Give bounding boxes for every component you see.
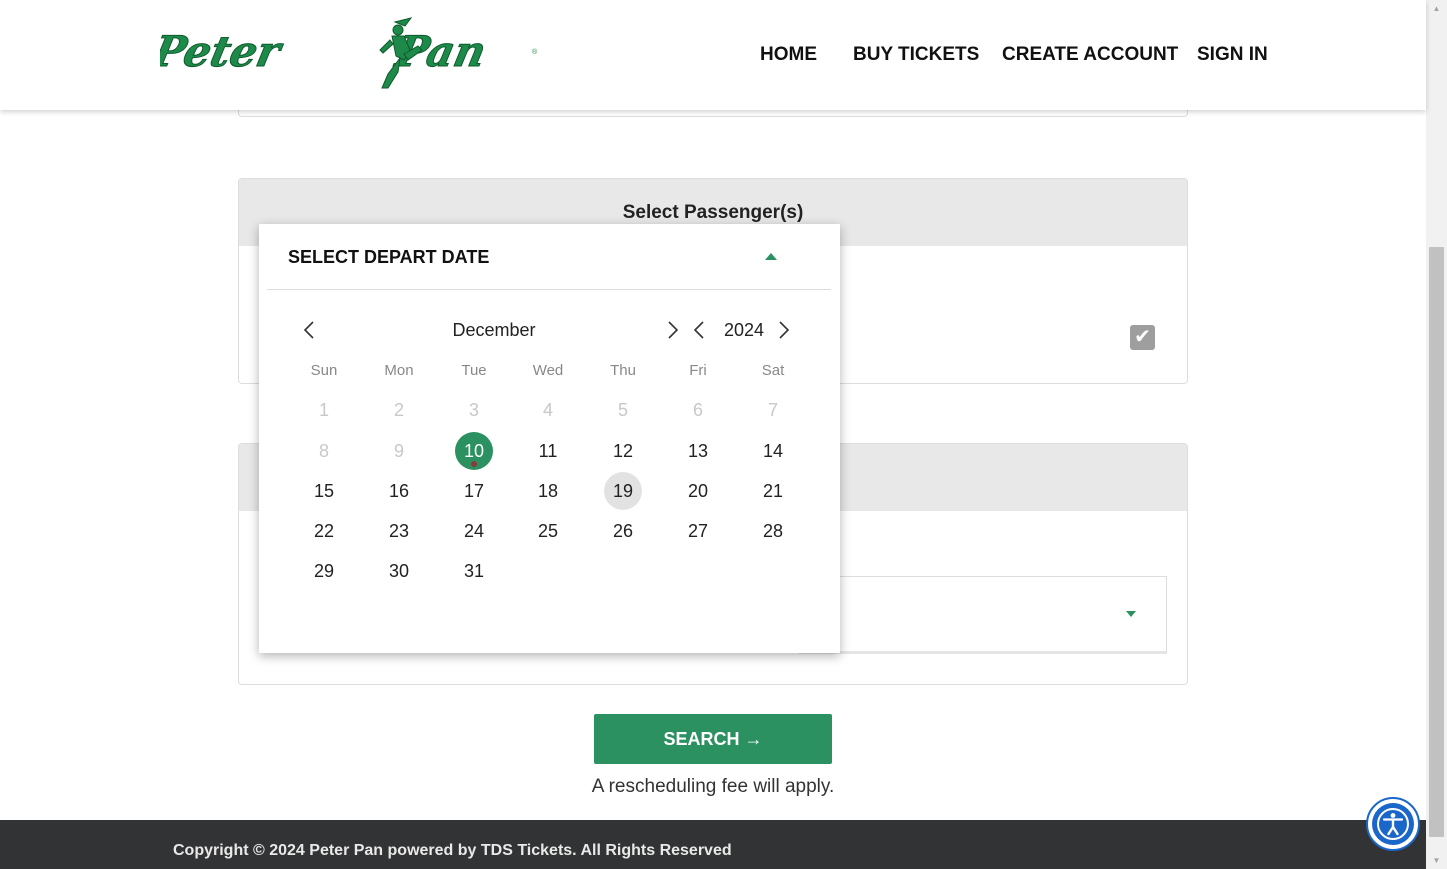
site-header: Peter Pan ® HOME BUY TICKETS CREATE ACCO… bbox=[0, 0, 1426, 110]
calendar-day-9: 9 bbox=[393, 441, 404, 461]
passenger-checkbox[interactable]: ✔ bbox=[1130, 325, 1155, 350]
weekday-sun: Sun bbox=[310, 362, 338, 379]
calendar-day-3: 3 bbox=[468, 400, 479, 420]
svg-text:®: ® bbox=[532, 48, 538, 56]
month-label[interactable]: December bbox=[409, 320, 579, 341]
calendar-day-12[interactable]: 12 bbox=[604, 432, 642, 470]
fee-note-container: A rescheduling fee will apply. bbox=[0, 776, 1426, 798]
calendar-day-8: 8 bbox=[318, 441, 329, 461]
next-year-button[interactable] bbox=[773, 320, 793, 340]
caret-up-icon[interactable] bbox=[765, 253, 777, 260]
calendar-day-18[interactable]: 18 bbox=[529, 472, 567, 510]
calendar-day-22[interactable]: 22 bbox=[305, 512, 343, 550]
chevron-right-icon bbox=[668, 321, 679, 339]
weekday-sat: Sat bbox=[761, 362, 785, 379]
options-select[interactable] bbox=[799, 576, 1167, 654]
calendar-day-10[interactable]: 10 bbox=[455, 432, 493, 470]
calendar-day-11[interactable]: 11 bbox=[529, 432, 567, 470]
calendar-day-26[interactable]: 26 bbox=[604, 512, 642, 550]
depart-date-picker: SELECT DEPART DATE December 2024 Sun Mon T… bbox=[259, 224, 840, 653]
calendar-day-23[interactable]: 23 bbox=[380, 512, 418, 550]
weekday-thu: Thu bbox=[610, 362, 636, 379]
accessibility-button[interactable] bbox=[1366, 797, 1420, 851]
next-month-button[interactable] bbox=[662, 320, 682, 340]
calendar-day-5: 5 bbox=[617, 400, 628, 420]
weekday-fri: Fri bbox=[689, 362, 707, 379]
peter-pan-logo[interactable]: Peter Pan ® bbox=[147, 14, 540, 94]
calendar-day-24[interactable]: 24 bbox=[455, 512, 493, 550]
prev-month-button[interactable] bbox=[300, 320, 320, 340]
calendar-day-15[interactable]: 15 bbox=[305, 472, 343, 510]
calendar-day-29[interactable]: 29 bbox=[305, 552, 343, 590]
calendar-day-2: 2 bbox=[393, 400, 404, 420]
calendar-day-21[interactable]: 21 bbox=[754, 472, 792, 510]
prev-year-button[interactable] bbox=[690, 320, 710, 340]
calendar-day-27[interactable]: 27 bbox=[679, 512, 717, 550]
calendar-day-20[interactable]: 20 bbox=[679, 472, 717, 510]
weekday-wed: Wed bbox=[532, 362, 564, 379]
scroll-down-icon[interactable]: ▼ bbox=[1426, 852, 1447, 869]
divider bbox=[267, 289, 831, 290]
calendar-day-28[interactable]: 28 bbox=[754, 512, 792, 550]
calendar-day-16[interactable]: 16 bbox=[380, 472, 418, 510]
calendar-day-13[interactable]: 13 bbox=[679, 432, 717, 470]
calendar-day-31[interactable]: 31 bbox=[455, 552, 493, 590]
calendar-day-7: 7 bbox=[767, 400, 778, 420]
calendar-day-17[interactable]: 17 bbox=[455, 472, 493, 510]
chevron-right-icon bbox=[779, 321, 790, 339]
calendar-day-25[interactable]: 25 bbox=[529, 512, 567, 550]
calendar-day-30[interactable]: 30 bbox=[380, 552, 418, 590]
copyright-text: Copyright © 2024 Peter Pan powered by TD… bbox=[173, 842, 732, 859]
svg-text:Peter: Peter bbox=[160, 27, 287, 76]
calendar-day-6: 6 bbox=[692, 400, 703, 420]
nav-home[interactable]: HOME bbox=[760, 44, 817, 66]
calendar-day-4: 4 bbox=[542, 400, 553, 420]
chevron-left-icon bbox=[303, 321, 314, 339]
chevron-left-icon bbox=[693, 321, 704, 339]
calendar-day-19[interactable]: 19 bbox=[604, 472, 642, 510]
search-button[interactable]: SEARCH → bbox=[594, 714, 832, 764]
datepicker-title: SELECT DEPART DATE bbox=[288, 247, 490, 267]
calendar-day-1: 1 bbox=[318, 400, 329, 420]
year-label[interactable]: 2024 bbox=[714, 320, 774, 341]
accessibility-icon bbox=[1372, 803, 1414, 845]
nav-buy-tickets[interactable]: BUY TICKETS bbox=[853, 44, 979, 66]
nav-sign-in[interactable]: SIGN IN bbox=[1197, 44, 1268, 66]
caret-down-icon bbox=[1126, 611, 1136, 617]
weekday-tue: Tue bbox=[461, 362, 487, 379]
nav-create-account[interactable]: CREATE ACCOUNT bbox=[1002, 44, 1178, 66]
checkmark-icon: ✔ bbox=[1134, 326, 1151, 348]
calendar-day-14[interactable]: 14 bbox=[754, 432, 792, 470]
scroll-up-icon[interactable]: ▲ bbox=[1426, 0, 1447, 17]
weekday-mon: Mon bbox=[384, 362, 414, 379]
page-scrollbar[interactable]: ▲ ▼ bbox=[1426, 0, 1447, 869]
site-footer: Copyright © 2024 Peter Pan powered by TD… bbox=[0, 820, 1426, 869]
reschedule-fee-note: A rescheduling fee will apply. bbox=[591, 776, 835, 797]
scroll-thumb[interactable] bbox=[1429, 247, 1444, 837]
